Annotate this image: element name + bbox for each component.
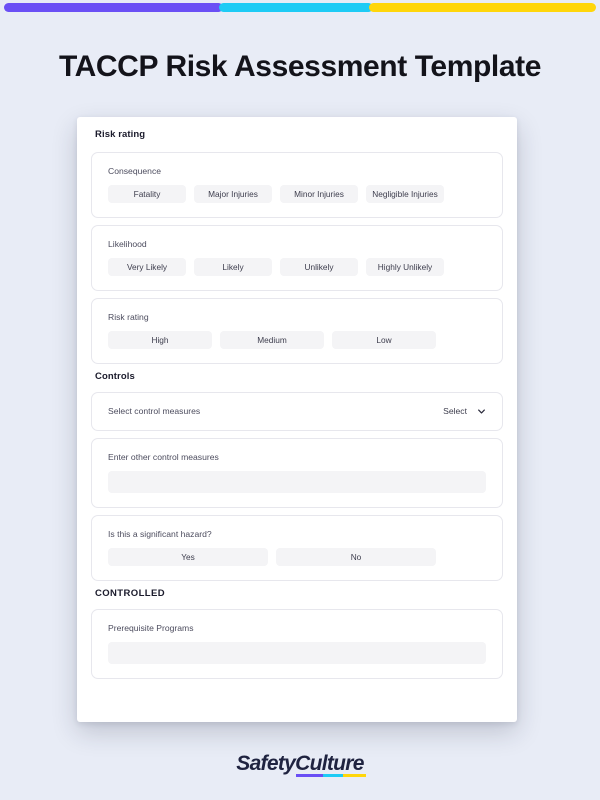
field-label-other-control-measures: Enter other control measures — [108, 452, 219, 462]
option-minor-injuries[interactable]: Minor Injuries — [280, 185, 358, 203]
logo-text-safety: Safety — [236, 752, 296, 775]
safetyculture-logo: SafetyCulture — [236, 752, 366, 777]
option-row-consequence: Fatality Major Injuries Minor Injuries N… — [108, 185, 486, 203]
topbar-segment-yellow — [368, 3, 596, 12]
logo-underline-purple — [296, 774, 323, 777]
option-major-injuries[interactable]: Major Injuries — [194, 185, 272, 203]
logo-underline — [296, 774, 366, 777]
logo-text-culture: Culture — [295, 752, 364, 775]
select-control-measures-row: Select control measures Select — [108, 406, 486, 416]
field-prerequisite-programs: Prerequisite Programs — [91, 609, 503, 679]
field-consequence: Consequence Fatality Major Injuries Mino… — [91, 152, 503, 218]
option-fatality[interactable]: Fatality — [108, 185, 186, 203]
topbar-segment-purple — [4, 3, 224, 12]
other-control-measures-input[interactable] — [108, 471, 486, 493]
field-likelihood: Likelihood Very Likely Likely Unlikely H… — [91, 225, 503, 291]
option-unlikely[interactable]: Unlikely — [280, 258, 358, 276]
prerequisite-programs-input[interactable] — [108, 642, 486, 664]
document-content: Risk rating Consequence Fatality Major I… — [77, 117, 517, 679]
field-significant-hazard: Is this a significant hazard? Yes No — [91, 515, 503, 581]
field-label-select-control-measures: Select control measures — [108, 406, 201, 416]
section-heading-controls: Controls — [95, 371, 135, 382]
topbar-segment-cyan — [219, 3, 373, 12]
option-highly-unlikely[interactable]: Highly Unlikely — [366, 258, 444, 276]
page-title: TACCP Risk Assessment Template — [58, 50, 542, 83]
document-preview-card: Risk rating Consequence Fatality Major I… — [77, 117, 517, 722]
field-other-control-measures: Enter other control measures — [91, 438, 503, 508]
field-label-consequence: Consequence — [108, 166, 162, 176]
field-label-likelihood: Likelihood — [108, 239, 147, 249]
option-row-significant-hazard: Yes No — [108, 548, 486, 566]
footer: SafetyCulture — [0, 752, 600, 777]
field-select-control-measures[interactable]: Select control measures Select — [91, 392, 503, 431]
option-yes[interactable]: Yes — [108, 548, 268, 566]
logo-underline-yellow — [343, 774, 366, 777]
option-negligible-injuries[interactable]: Negligible Injuries — [366, 185, 444, 203]
select-control-measures-value: Select — [443, 406, 467, 416]
section-heading-controlled: CONTROLLED — [95, 588, 165, 599]
option-no[interactable]: No — [276, 548, 436, 566]
option-row-risk-rating: High Medium Low — [108, 331, 486, 349]
option-medium[interactable]: Medium — [220, 331, 324, 349]
option-row-likelihood: Very Likely Likely Unlikely Highly Unlik… — [108, 258, 486, 276]
option-likely[interactable]: Likely — [194, 258, 272, 276]
section-heading-risk-rating: Risk rating — [95, 129, 146, 140]
field-label-prerequisite-programs: Prerequisite Programs — [108, 623, 194, 633]
logo-underline-cyan — [322, 774, 344, 777]
option-very-likely[interactable]: Very Likely — [108, 258, 186, 276]
field-risk-rating: Risk rating High Medium Low — [91, 298, 503, 364]
field-label-risk-rating: Risk rating — [108, 312, 149, 322]
field-label-significant-hazard: Is this a significant hazard? — [108, 529, 212, 539]
top-color-bar — [4, 3, 596, 12]
option-low[interactable]: Low — [332, 331, 436, 349]
select-control-measures-dropdown[interactable]: Select — [443, 406, 486, 416]
chevron-down-icon — [477, 407, 486, 416]
option-high[interactable]: High — [108, 331, 212, 349]
